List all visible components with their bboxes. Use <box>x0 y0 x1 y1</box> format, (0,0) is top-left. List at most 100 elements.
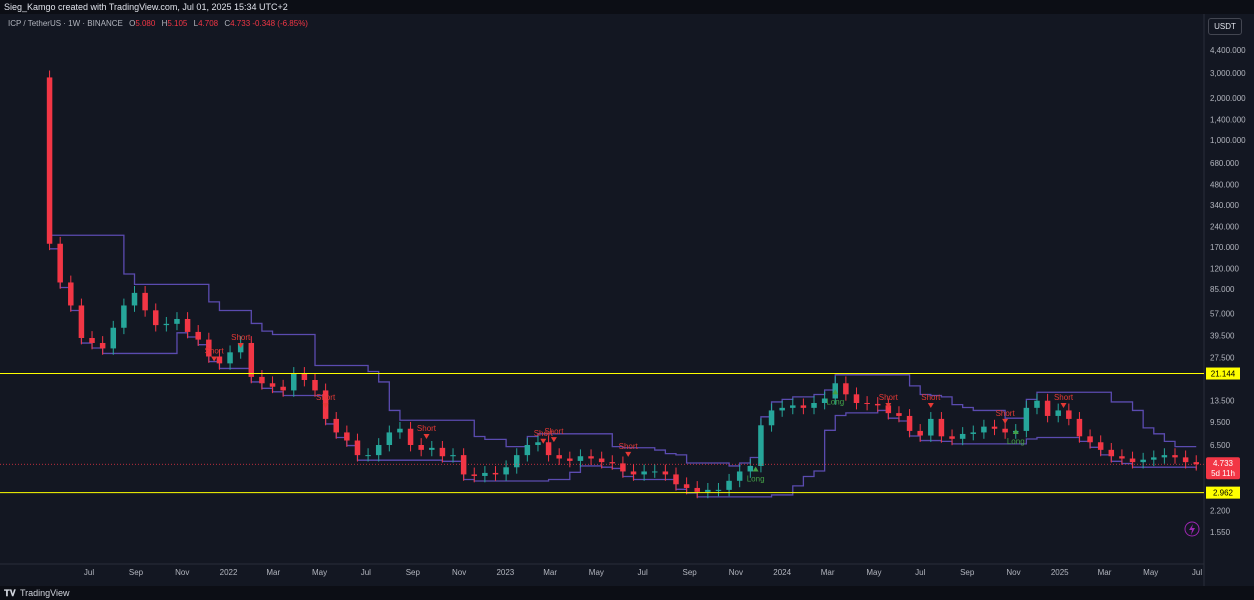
candle-body <box>535 442 541 445</box>
y-tick-label: 2.200 <box>1210 507 1231 516</box>
candle-body <box>567 458 573 461</box>
candle-body <box>673 474 679 485</box>
candle-body <box>121 305 127 328</box>
chart-misc <box>1184 521 1200 537</box>
candles <box>46 70 1199 499</box>
y-tick-label: 340.000 <box>1210 201 1239 210</box>
candle-body <box>174 318 180 324</box>
candle-body <box>736 471 743 481</box>
y-tick-label: 57.000 <box>1210 309 1235 318</box>
short-arrow-icon <box>1060 402 1067 408</box>
candle-body <box>545 442 552 456</box>
x-tick-label: Sep <box>960 568 975 577</box>
chart-attribution: Sieg_Kamgo created with TradingView.com,… <box>0 0 1254 14</box>
short-arrow-icon <box>423 433 430 439</box>
candle-body <box>301 373 308 380</box>
y-tick-label: 240.000 <box>1210 222 1239 231</box>
candle-body <box>1182 457 1189 463</box>
x-tick-label: Jul <box>915 568 925 577</box>
candle-body <box>163 323 170 326</box>
x-tick-label: Mar <box>1098 568 1112 577</box>
candle-body <box>641 471 647 475</box>
y-tick-label: 1,000.000 <box>1210 136 1246 145</box>
signal-label: Short <box>1054 393 1074 402</box>
candle-body <box>503 467 509 475</box>
x-tick-label: Mar <box>266 568 280 577</box>
x-tick-label: May <box>589 568 604 577</box>
candle-body <box>928 418 934 436</box>
candle-body <box>1108 449 1115 457</box>
price-chart[interactable]: 21.1442.9624.7335d 11h Short Short Short Sh… <box>0 14 1254 586</box>
y-tick-label: 1,400.000 <box>1210 115 1246 124</box>
candle-body <box>1044 400 1051 416</box>
long-arrow-icon <box>752 466 759 472</box>
y-tick-label: 170.000 <box>1210 243 1239 252</box>
chart-grid <box>0 14 1205 586</box>
short-arrow-icon <box>625 451 632 457</box>
signal-markers: Short Short Short Short Short Short Short Long L… <box>205 333 1074 483</box>
candle-body <box>620 463 626 472</box>
candle-body <box>917 430 923 436</box>
candle-body <box>460 455 467 475</box>
y-tick-label: 2,000.000 <box>1210 94 1246 103</box>
signal-label: Short <box>544 427 564 436</box>
candle-body <box>991 426 998 429</box>
candle-body <box>248 342 255 377</box>
y-tick-label: 1.550 <box>1210 528 1231 537</box>
candle-body <box>715 489 722 491</box>
last-price-label: 4.733 <box>1213 459 1234 468</box>
candle-body <box>46 77 53 244</box>
horizontal-levels[interactable]: 21.144 2.962 4.7335d 11h <box>0 367 1240 499</box>
candle-body <box>981 426 987 433</box>
candle-body <box>397 428 403 433</box>
x-tick-label: 2022 <box>220 568 238 577</box>
candle-body <box>694 487 700 492</box>
footer-bar: 𝐓𝐕 TradingView <box>0 586 1254 600</box>
candle-body <box>333 418 339 433</box>
x-tick-label: 2025 <box>1051 568 1069 577</box>
candle-body <box>524 445 531 456</box>
candle-body <box>768 410 775 426</box>
x-tick-label: Mar <box>821 568 835 577</box>
candle-body <box>482 472 488 476</box>
x-tick-label: Nov <box>175 568 189 577</box>
candle-body <box>259 376 265 384</box>
candle-body <box>630 471 637 475</box>
footer-brand[interactable]: TradingView <box>20 586 70 600</box>
x-tick-label: Mar <box>543 568 557 577</box>
candle-body <box>216 356 223 364</box>
signal-label: Short <box>417 424 437 433</box>
x-tick-label: May <box>312 568 327 577</box>
short-arrow-icon <box>540 438 547 444</box>
x-tick-label: Nov <box>452 568 466 577</box>
signal-label: Long <box>747 474 765 483</box>
signal-label: Long <box>826 397 844 406</box>
candle-body <box>365 455 371 457</box>
x-tick-label: Sep <box>683 568 698 577</box>
candle-body <box>800 405 807 408</box>
candle-body <box>1151 457 1157 460</box>
x-tick-label: Jul <box>361 568 371 577</box>
candle-body <box>1140 459 1146 463</box>
short-arrow-icon <box>550 437 557 443</box>
candle-body <box>195 331 201 340</box>
candle-body <box>269 383 276 387</box>
signal-label: Short <box>205 346 225 355</box>
candle-body <box>959 433 966 439</box>
candle-body <box>662 471 669 475</box>
signal-label: Short <box>996 409 1016 418</box>
candle-body <box>970 432 977 434</box>
x-tick-label: Nov <box>729 568 743 577</box>
tradingview-logo-icon[interactable]: 𝐓𝐕 <box>4 586 16 600</box>
time-axis[interactable]: Jul Sep Nov 2022 Mar May Jul Sep Nov 2023 Mar May Ju… <box>84 568 1202 577</box>
candle-body <box>779 407 785 411</box>
candle-body <box>1087 436 1093 443</box>
candle-body <box>280 386 286 391</box>
candle-body <box>1097 442 1104 450</box>
candle-body <box>407 428 414 445</box>
y-tick-label: 85.000 <box>1210 285 1235 294</box>
candle-body <box>227 352 233 364</box>
x-tick-label: Jul <box>638 568 648 577</box>
y-tick-label: 480.000 <box>1210 180 1239 189</box>
countdown-label: 5d 11h <box>1211 469 1235 478</box>
